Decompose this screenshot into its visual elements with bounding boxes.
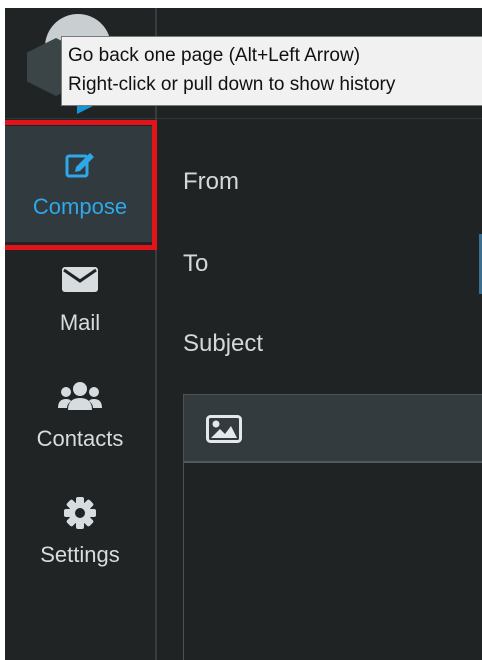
edit-icon (5, 148, 155, 182)
sidebar-item-mail[interactable]: Mail (5, 242, 155, 358)
sidebar-item-settings[interactable]: Settings (5, 474, 155, 590)
app-window: Compose Mail Contacts Settings From To S… (5, 8, 482, 660)
sidebar-item-compose[interactable]: Compose (5, 126, 155, 242)
sidebar-item-contacts[interactable]: Contacts (5, 358, 155, 474)
back-button-tooltip: Go back one page (Alt+Left Arrow) Right-… (61, 36, 482, 106)
subject-label: Subject (183, 330, 264, 357)
editor-toolbar (184, 395, 482, 463)
tooltip-line-1: Go back one page (Alt+Left Arrow) (68, 45, 361, 66)
sidebar-item-label: Mail (59, 310, 101, 335)
image-icon[interactable] (206, 415, 242, 448)
sidebar-item-label: Contacts (36, 426, 124, 451)
sidebar-item-label: Settings (40, 542, 120, 567)
to-label: To (183, 250, 209, 277)
users-icon (5, 380, 155, 414)
from-label: From (183, 168, 239, 195)
envelope-icon (5, 264, 155, 298)
gear-icon (5, 496, 155, 530)
sidebar-item-label: Compose (32, 194, 128, 219)
message-editor[interactable] (183, 394, 482, 660)
tooltip-line-2: Right-click or pull down to show history (68, 74, 396, 95)
